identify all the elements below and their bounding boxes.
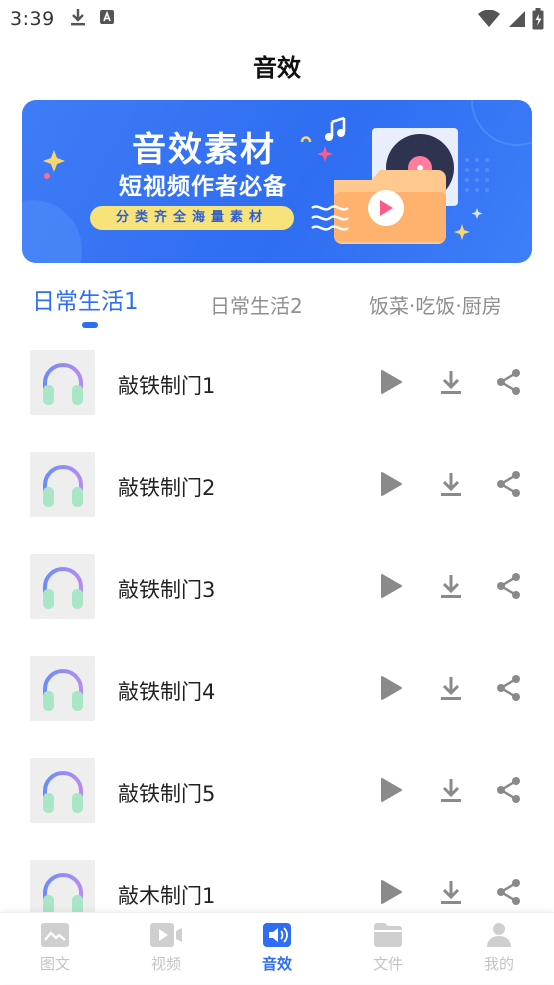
image-text-icon — [40, 921, 70, 949]
page-title: 音效 — [253, 54, 301, 82]
sound-name: 敲铁制门5 — [118, 782, 216, 806]
folder-icon — [373, 921, 403, 949]
nav-video[interactable]: 视频 — [111, 913, 221, 985]
play-icon[interactable] — [376, 673, 406, 703]
download-icon[interactable] — [436, 367, 466, 397]
nav-sound[interactable]: 音效 — [222, 913, 332, 985]
headphones-icon — [30, 554, 95, 619]
sound-name: 敲铁制门1 — [118, 374, 216, 398]
battery-icon — [532, 8, 544, 34]
tab-daily-life-1[interactable]: 日常生活1 — [32, 282, 139, 316]
share-icon[interactable] — [494, 673, 524, 703]
nav-label-video: 视频 — [150, 955, 181, 973]
headphones-icon — [30, 656, 95, 721]
video-icon — [149, 921, 183, 949]
tab-daily-life-2[interactable]: 日常生活2 — [210, 290, 303, 319]
nav-label-profile: 我的 — [483, 955, 514, 973]
list-item[interactable]: 敲铁制门5 — [0, 742, 554, 838]
banner-title: 音效素材 — [132, 130, 276, 170]
sound-name: 敲铁制门4 — [118, 680, 216, 704]
headphones-icon — [30, 452, 95, 517]
download-icon[interactable] — [436, 571, 466, 601]
nav-label-files: 文件 — [372, 955, 403, 973]
download-icon[interactable] — [436, 469, 466, 499]
play-icon[interactable] — [376, 571, 406, 601]
sound-name: 敲铁制门2 — [118, 476, 216, 500]
nav-profile[interactable]: 我的 — [444, 913, 554, 985]
share-icon[interactable] — [494, 571, 524, 601]
promo-banner[interactable]: 音效素材 短视频作者必备 分类齐全海量素材 — [22, 100, 532, 263]
list-item[interactable]: 敲铁制门3 — [0, 538, 554, 634]
headphones-icon — [30, 350, 95, 415]
bottom-nav: 图文 视频 音效 文件 我的 — [0, 912, 554, 984]
list-item[interactable]: 敲铁制门1 — [0, 334, 554, 430]
nav-label-sound: 音效 — [261, 955, 292, 973]
share-icon[interactable] — [494, 775, 524, 805]
sound-icon — [262, 921, 292, 949]
user-icon — [486, 921, 512, 949]
headphones-icon — [30, 860, 95, 912]
status-time: 3:39 — [10, 8, 55, 30]
share-icon[interactable] — [494, 877, 524, 907]
download-icon[interactable] — [436, 877, 466, 907]
download-status-icon — [69, 7, 87, 31]
list-item[interactable]: 敲铁制门2 — [0, 436, 554, 532]
headphones-icon — [30, 758, 95, 823]
category-tabs: 日常生活1 日常生活2 饭菜·吃饭·厨房 — [0, 280, 554, 330]
sound-list: 敲铁制门1 敲铁制门2 敲铁制门3 敲铁制门4 敲铁制门5 敲木制门1 — [0, 334, 554, 912]
play-icon[interactable] — [376, 877, 406, 907]
list-item[interactable]: 敲铁制门4 — [0, 640, 554, 736]
signal-icon — [506, 10, 526, 32]
play-icon[interactable] — [376, 469, 406, 499]
wifi-icon — [478, 9, 500, 32]
sound-name: 敲木制门1 — [118, 884, 216, 908]
tab-food-kitchen[interactable]: 饭菜·吃饭·厨房 — [369, 290, 502, 319]
sound-name: 敲铁制门3 — [118, 578, 216, 602]
status-bar: 3:39 — [0, 0, 554, 38]
share-icon[interactable] — [494, 469, 524, 499]
nav-image-text[interactable]: 图文 — [0, 913, 110, 985]
nav-label-image-text: 图文 — [39, 955, 70, 973]
app-notification-icon — [99, 9, 115, 29]
download-icon[interactable] — [436, 673, 466, 703]
banner-subtitle: 短视频作者必备 — [119, 174, 287, 200]
download-icon[interactable] — [436, 775, 466, 805]
list-item[interactable]: 敲木制门1 — [0, 844, 554, 912]
play-icon[interactable] — [376, 367, 406, 397]
play-icon[interactable] — [376, 775, 406, 805]
nav-files[interactable]: 文件 — [333, 913, 443, 985]
banner-pill: 分类齐全海量素材 — [90, 206, 294, 230]
tab-active-indicator — [82, 322, 98, 328]
share-icon[interactable] — [494, 367, 524, 397]
